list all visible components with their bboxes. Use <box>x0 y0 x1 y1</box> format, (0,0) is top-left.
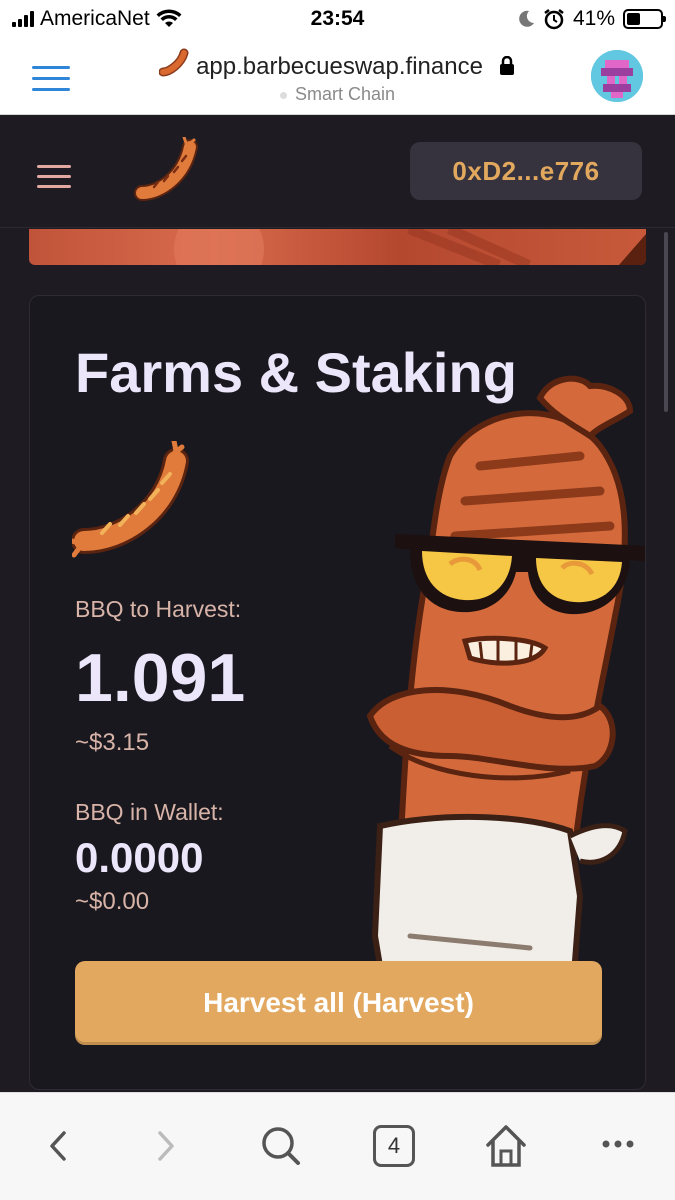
harvest-usd: ~$3.15 <box>75 729 150 756</box>
status-bar: AmericaNet 23:54 41% <box>0 0 675 38</box>
battery-percent: 41% <box>572 7 615 30</box>
browser-bar: app.barbecueswap.finance Smart Chain <box>0 38 675 115</box>
harvest-label: BBQ to Harvest: <box>75 596 242 622</box>
status-right: 41% <box>517 7 666 31</box>
app-menu-button[interactable] <box>37 165 71 189</box>
sausage-icon <box>72 441 189 558</box>
more-icon[interactable] <box>600 1111 636 1181</box>
account-avatar[interactable] <box>591 50 643 102</box>
url-bar[interactable]: app.barbecueswap.finance <box>0 48 675 81</box>
moon-icon <box>519 10 534 27</box>
search-icon[interactable] <box>258 1111 304 1181</box>
identicon <box>591 50 643 102</box>
chevron-left-icon[interactable] <box>40 1111 74 1181</box>
browser-bottom-bar: 4 <box>0 1092 675 1200</box>
alarm-icon <box>544 9 564 30</box>
harvest-all-button[interactable]: Harvest all (Harvest) <box>75 961 602 1045</box>
wallet-usd: ~$0.00 <box>75 888 150 915</box>
farms-staking-card: Farms & Staking BBQ to Harvest: 1.091 ~$… <box>29 295 646 1090</box>
network-dot <box>279 91 287 99</box>
network-name: Smart Chain <box>294 84 396 104</box>
banner-art <box>174 229 646 265</box>
wallet-address-button[interactable]: 0xD2...e776 <box>410 142 642 200</box>
url-text: app.barbecueswap.finance <box>196 53 483 80</box>
home-icon[interactable] <box>483 1111 529 1181</box>
sausage-logo-icon[interactable] <box>132 137 202 207</box>
promo-banner[interactable] <box>29 229 646 265</box>
page-title: Farms & Staking <box>75 341 517 404</box>
sausage-icon <box>158 48 189 77</box>
tabs-button[interactable]: 4 <box>373 1125 415 1167</box>
battery-icon <box>623 9 666 29</box>
wallet-amount: 0.0000 <box>75 834 204 881</box>
chevron-right-icon[interactable] <box>150 1111 184 1181</box>
page-scrollbar[interactable] <box>664 232 668 412</box>
lock-icon <box>499 55 514 75</box>
wallet-label: BBQ in Wallet: <box>75 799 224 825</box>
harvest-amount: 1.091 <box>75 640 246 716</box>
app-header: 0xD2...e776 <box>0 115 675 228</box>
network-indicator: Smart Chain <box>0 84 675 105</box>
